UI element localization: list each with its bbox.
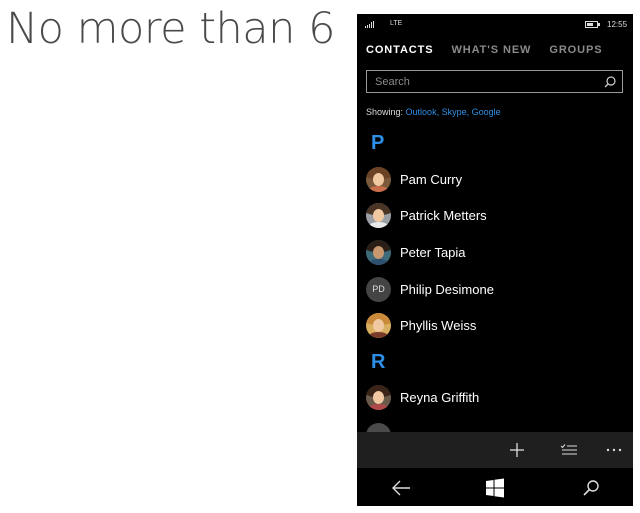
add-icon[interactable] bbox=[507, 440, 527, 460]
showing-label: Showing: bbox=[366, 107, 404, 117]
contact-name: Phyllis Weiss bbox=[400, 317, 477, 333]
nav-bar bbox=[357, 468, 633, 506]
tab-groups[interactable]: GROUPS bbox=[549, 44, 602, 56]
showing-accounts[interactable]: Outlook, Skype, Google bbox=[406, 107, 501, 117]
avatar bbox=[366, 312, 391, 338]
tab-whats-new[interactable]: WHAT'S NEW bbox=[452, 44, 532, 56]
tab-contacts[interactable]: CONTACTS bbox=[366, 44, 434, 56]
signal-icon bbox=[365, 20, 374, 28]
group-header-r[interactable]: R bbox=[371, 351, 385, 374]
contact-row[interactable]: PD Philip Desimone bbox=[366, 276, 616, 302]
search-icon[interactable] bbox=[580, 477, 602, 499]
contact-name: Philip Desimone bbox=[400, 281, 494, 297]
avatar bbox=[366, 202, 391, 228]
app-bar bbox=[357, 432, 633, 468]
contact-row[interactable]: Phyllis Weiss bbox=[366, 312, 616, 338]
contact-name: Reyna Griffith bbox=[400, 389, 480, 405]
search-icon[interactable] bbox=[603, 75, 617, 89]
contact-name: Pam Curry bbox=[400, 171, 463, 187]
contact-name: Peter Tapia bbox=[400, 244, 466, 260]
status-bar: LTE 12:55 bbox=[357, 14, 633, 34]
contact-row[interactable]: Patrick Metters bbox=[366, 202, 616, 228]
network-type: LTE bbox=[390, 20, 403, 27]
search-placeholder: Search bbox=[375, 76, 410, 88]
account-filter[interactable]: Showing: Outlook, Skype, Google bbox=[366, 107, 501, 117]
pivot-tabs: CONTACTS WHAT'S NEW GROUPS bbox=[366, 44, 602, 56]
group-header-p[interactable]: P bbox=[371, 132, 384, 155]
contact-name: Patrick Metters bbox=[400, 207, 487, 223]
search-input[interactable]: Search bbox=[366, 70, 623, 93]
contact-row[interactable]: Pam Curry bbox=[366, 166, 616, 192]
avatar-initials: PD bbox=[366, 276, 391, 302]
phone-screen: LTE 12:55 CONTACTS WHAT'S NEW GROUPS Sea… bbox=[357, 14, 633, 506]
clock: 12:55 bbox=[607, 20, 628, 29]
windows-icon[interactable] bbox=[484, 477, 506, 499]
slide-heading: No more than 6 bbox=[6, 4, 335, 54]
avatar bbox=[366, 166, 391, 192]
avatar bbox=[366, 239, 391, 265]
back-icon[interactable] bbox=[390, 477, 412, 499]
avatar bbox=[366, 384, 391, 410]
contact-row[interactable]: Peter Tapia bbox=[366, 239, 616, 265]
contact-row[interactable]: Reyna Griffith bbox=[366, 384, 616, 410]
more-icon[interactable] bbox=[604, 440, 624, 460]
select-icon[interactable] bbox=[559, 440, 579, 460]
battery-icon bbox=[585, 21, 600, 28]
